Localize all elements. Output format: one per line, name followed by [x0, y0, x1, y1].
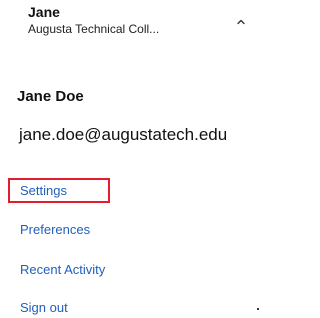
account-header[interactable]: Jane Augusta Technical Coll... — [28, 4, 253, 44]
header-organization: Augusta Technical Coll... — [28, 22, 160, 36]
profile-email: jane.doe@augustatech.edu — [19, 125, 228, 144]
preferences-link[interactable]: Preferences — [20, 222, 90, 238]
chevron-up-icon[interactable] — [235, 16, 247, 28]
recent-activity-link[interactable]: Recent Activity — [20, 262, 105, 278]
decorative-dot — [257, 308, 259, 310]
sign-out-link[interactable]: Sign out — [20, 300, 68, 316]
settings-highlight-box — [8, 178, 110, 203]
profile-name: Jane Doe — [17, 88, 84, 105]
header-user-name: Jane — [28, 4, 60, 20]
